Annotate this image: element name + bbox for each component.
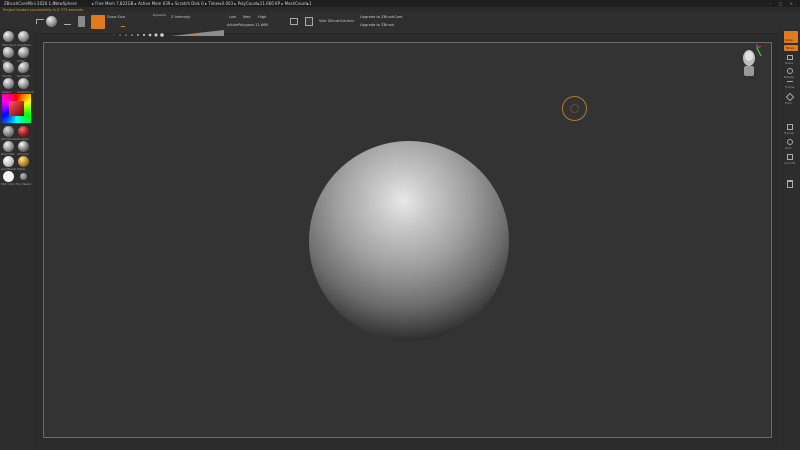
redwax-material-icon[interactable] [18,126,29,137]
navigation-gizmo[interactable] [739,43,763,82]
draw-mode-toggle[interactable]: Draw [784,31,798,43]
z-intensity-label: Z Intensity [171,15,191,19]
frame-icon[interactable] [787,81,793,82]
color-picker[interactable] [2,94,31,123]
edit-mode-icon[interactable] [78,16,85,27]
draw-mode-label: Draw [785,38,793,42]
claybuild-brush-icon[interactable] [18,31,29,42]
polyframe-icon[interactable] [787,154,793,160]
pointer-icon[interactable] [64,19,71,25]
brush-cursor-inner [570,104,579,113]
low-button[interactable]: Low [229,15,236,19]
home-icon[interactable] [36,19,44,24]
floor-label: Floor [785,101,793,105]
select-icon[interactable] [3,78,14,89]
layers-icon[interactable] [305,17,313,26]
material-label: Metal [17,167,26,171]
scale-label: Scale [785,61,794,65]
high-button[interactable]: High [258,15,266,19]
standard-brush-icon[interactable] [3,31,14,42]
rotate-label: Rotate [784,75,794,79]
basicmat-material-icon[interactable] [3,141,14,152]
brush-cursor [562,96,587,121]
stroke-icon[interactable] [3,62,14,73]
move-label: Move [786,46,795,50]
solo-label: Solo [785,146,792,150]
skinshade-material-icon[interactable] [3,126,14,137]
draw-size-indicator [121,26,125,27]
frame-label: Frame [785,85,795,89]
snapshot-icon[interactable] [290,18,298,25]
rotate-icon[interactable] [787,68,793,74]
trash-icon[interactable] [787,180,793,188]
upgrade-core-link[interactable]: Upgrade to ZBrushCore [360,15,402,19]
med-button[interactable]: Med [243,15,251,19]
solo-icon[interactable] [787,139,793,145]
material-label: Toy Plastic [16,182,32,186]
app-title: ZBrushCoreMini 2020.1.4 [4,1,55,6]
floor-icon[interactable] [785,92,795,102]
goldmetal-material-icon[interactable] [18,156,29,167]
flat-color-material-icon[interactable] [3,171,14,182]
title-bar: ZBrushCoreMini 2020.1.4 NewSphere ▸ Free… [0,0,800,7]
snakehook-icon[interactable] [18,78,29,89]
move-toggle[interactable]: Move [784,45,798,51]
draw-size-slider[interactable] [112,22,164,37]
draw-mode-button[interactable] [91,15,105,29]
dynamic-label[interactable]: Dynamic [153,13,166,17]
sphere-tool-icon[interactable] [46,16,57,27]
toy-plastic-material-icon[interactable] [20,173,27,180]
window-controls[interactable]: – □ × [769,0,796,7]
visit-zbrushcentral-link[interactable]: Visit ZBrushCentral [319,19,354,23]
z-intensity-slider[interactable] [171,21,224,36]
right-shelf: Draw Move Scale Rotate Frame Floor Trans… [778,28,800,450]
active-polygons-readout: ActivePolygons 11,666 [227,23,268,27]
memory-stats: ▸ Free Mem 7.822GB ▸ Active Mem 639 ▸ Sc… [92,1,312,6]
draw-size-label: Draw Size [107,15,125,19]
transp-label: Transp [784,131,794,135]
chrome-material-icon[interactable] [18,141,29,152]
material-label: Flat Color [1,182,16,186]
top-toolbar: Draw Size Dynamic Z Intensity Low Med Hi… [0,12,800,37]
inflat-brush-icon[interactable] [18,47,29,58]
upgrade-zbrush-link[interactable]: Upgrade to ZBrush [360,23,394,27]
sphere-mesh[interactable] [309,141,509,341]
document-name[interactable]: NewSphere [54,0,77,7]
move-brush-icon[interactable] [3,47,14,58]
scale-icon[interactable] [787,55,793,60]
left-shelf: Standard ClayBuild Move Inflat Stroke Sp… [0,28,34,450]
spotlight-icon[interactable] [18,62,29,73]
transp-icon[interactable] [787,124,793,130]
polyframe-label: Line Fill [784,161,796,165]
color-picker-swatch[interactable] [9,101,24,116]
white-material-icon[interactable] [3,156,14,167]
